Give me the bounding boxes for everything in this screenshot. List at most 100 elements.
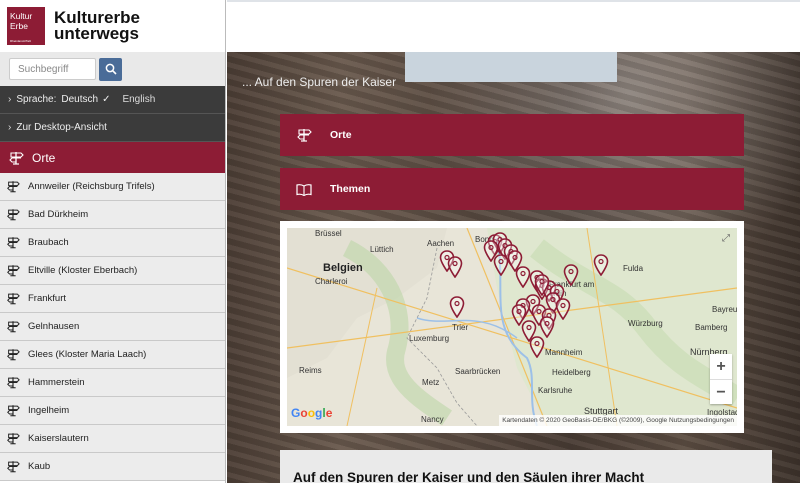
map-label-luxemburg: Luxemburg (409, 334, 450, 343)
main-content: ... Auf den Spuren der Kaiser Orte Theme… (227, 52, 800, 483)
desktop-view-link[interactable]: › Zur Desktop-Ansicht (0, 114, 225, 142)
map-label-luettich: Lüttich (370, 245, 394, 254)
site-title-line2: unterwegs (54, 24, 140, 43)
map-pin-icon[interactable] (447, 256, 463, 278)
search-button[interactable] (99, 57, 122, 81)
language-english-link[interactable]: English (122, 94, 155, 105)
map-pin-icon[interactable] (539, 316, 555, 338)
tagline: ... Auf den Spuren der Kaiser (242, 75, 397, 89)
zoom-in-button[interactable]: + (710, 354, 732, 379)
sidebar-place-item[interactable]: Bad Dürkheim (0, 201, 225, 229)
map-label-karlsruhe: Karlsruhe (538, 386, 573, 395)
google-logo: Google (291, 406, 333, 420)
sidebar-place-label: Kaub (28, 461, 51, 472)
map-label-belgien: Belgien (323, 262, 363, 274)
map-pin-icon[interactable] (529, 336, 545, 358)
book-icon (296, 183, 312, 196)
sidebar-place-label: Annweiler (Reichsburg Trifels) (28, 181, 155, 192)
sidebar-place-item[interactable]: Braubach (0, 229, 225, 257)
map-label-heidelberg: Heidelberg (552, 368, 591, 377)
sidebar-place-item[interactable]: Kaiserslautern (0, 425, 225, 453)
sidebar-place-item[interactable]: Hammerstein (0, 369, 225, 397)
background-sky (405, 52, 617, 82)
desktop-view-label: Zur Desktop-Ansicht (16, 122, 107, 133)
nav-card-orte[interactable]: Orte (280, 114, 744, 156)
sidebar-place-label: Kaiserslautern (28, 433, 89, 444)
article-panel: Auf den Spuren der Kaiser und den Säulen… (280, 450, 772, 483)
signpost-icon (7, 349, 20, 361)
search-bar (0, 52, 225, 86)
sidebar-place-item[interactable]: Glees (Kloster Maria Laach) (0, 341, 225, 369)
sidebar-place-label: Ingelheim (28, 405, 70, 416)
fullscreen-icon[interactable]: ⤢ (722, 233, 730, 244)
sidebar-place-item[interactable]: Kaub (0, 453, 225, 481)
sidebar-place-item[interactable]: Gelnhausen (0, 313, 225, 341)
sidebar-place-item[interactable]: Annweiler (Reichsburg Trifels) (0, 173, 225, 201)
sidebar-place-item[interactable]: Frankfurt (0, 285, 225, 313)
map-container: Brüssel Lüttich Aachen Bonn Belgien Char… (280, 221, 744, 433)
map[interactable]: Brüssel Lüttich Aachen Bonn Belgien Char… (287, 228, 737, 426)
map-attribution[interactable]: Kartendaten © 2020 GeoBasis-DE/BKG (©200… (499, 415, 737, 426)
signpost-icon (7, 405, 20, 417)
map-pin-icon[interactable] (555, 298, 571, 320)
language-label: Sprache: (16, 94, 57, 105)
logo[interactable]: Kultur Erbe Rheinland-Pfalz (7, 7, 45, 45)
sidebar-place-label: Eltville (Kloster Eberbach) (28, 265, 138, 276)
map-pin-icon[interactable] (493, 254, 509, 276)
map-label-nancy: Nancy (421, 415, 444, 424)
sidebar-place-item[interactable]: Eltville (Kloster Eberbach) (0, 257, 225, 285)
map-pin-icon[interactable] (593, 254, 609, 276)
search-input[interactable] (9, 58, 96, 80)
map-label-bamberg: Bamberg (695, 323, 728, 332)
search-icon (105, 63, 117, 75)
place-list: Annweiler (Reichsburg Trifels) Bad Dürkhe… (0, 173, 225, 481)
nav-card-label: Themen (330, 183, 371, 195)
sidebar: Kultur Erbe Rheinland-Pfalz Kulturerbe u… (0, 0, 226, 483)
sidebar-place-label: Frankfurt (28, 293, 67, 304)
map-pin-icon[interactable] (563, 264, 579, 286)
logo-line1: Kultur (10, 11, 33, 21)
language-current[interactable]: Deutsch (61, 94, 98, 105)
signpost-icon (7, 181, 20, 193)
map-label-saarbruecken: Saarbrücken (455, 367, 501, 376)
map-label-fulda: Fulda (623, 264, 644, 273)
logo-line2: Erbe (10, 21, 28, 31)
sidebar-place-label: Braubach (28, 237, 69, 248)
chevron-right-icon: › (8, 94, 12, 105)
nav-card-label: Orte (330, 129, 352, 141)
zoom-out-button[interactable]: − (710, 380, 732, 405)
signpost-icon (7, 461, 20, 473)
site-title[interactable]: Kulturerbe unterwegs (54, 9, 140, 43)
sidebar-place-item[interactable]: Ingelheim (0, 397, 225, 425)
signpost-icon (7, 293, 20, 305)
sidebar-place-label: Bad Dürkheim (28, 209, 89, 220)
language-row: › Sprache: Deutsch ✓ English (0, 86, 225, 114)
sidebar-section-label: Orte (32, 150, 56, 165)
map-label-bayreuth: Bayreuth (712, 305, 737, 314)
sidebar-place-label: Gelnhausen (28, 321, 80, 332)
map-label-metz: Metz (422, 378, 440, 387)
map-label-trier: Trier (452, 323, 469, 332)
map-label-aachen: Aachen (427, 239, 455, 248)
sidebar-place-label: Glees (Kloster Maria Laach) (28, 349, 147, 360)
signpost-icon (7, 377, 20, 389)
zoom-control: + − (710, 354, 732, 404)
map-label-mannheim: Mannheim (545, 348, 583, 357)
chevron-right-icon: › (8, 122, 12, 133)
signpost-icon (7, 265, 20, 277)
map-pin-icon[interactable] (449, 296, 465, 318)
nav-card-themen[interactable]: Themen (280, 168, 744, 210)
signpost-icon (297, 129, 312, 142)
sidebar-section-orte[interactable]: Orte (0, 142, 225, 173)
signpost-icon (7, 209, 20, 221)
map-label-charleroi: Charleroi (315, 277, 348, 286)
brand-header[interactable]: Kultur Erbe Rheinland-Pfalz Kulturerbe u… (0, 0, 225, 52)
signpost-icon (7, 321, 20, 333)
signpost-icon (9, 151, 24, 165)
check-icon: ✓ (102, 94, 111, 105)
logo-sub: Rheinland-Pfalz (10, 39, 32, 43)
map-label-wuerzburg: Würzburg (628, 319, 663, 328)
article-title: Auf den Spuren der Kaiser und den Säulen… (293, 470, 645, 483)
map-label-bruessel: Brüssel (315, 229, 342, 238)
signpost-icon (7, 237, 20, 249)
